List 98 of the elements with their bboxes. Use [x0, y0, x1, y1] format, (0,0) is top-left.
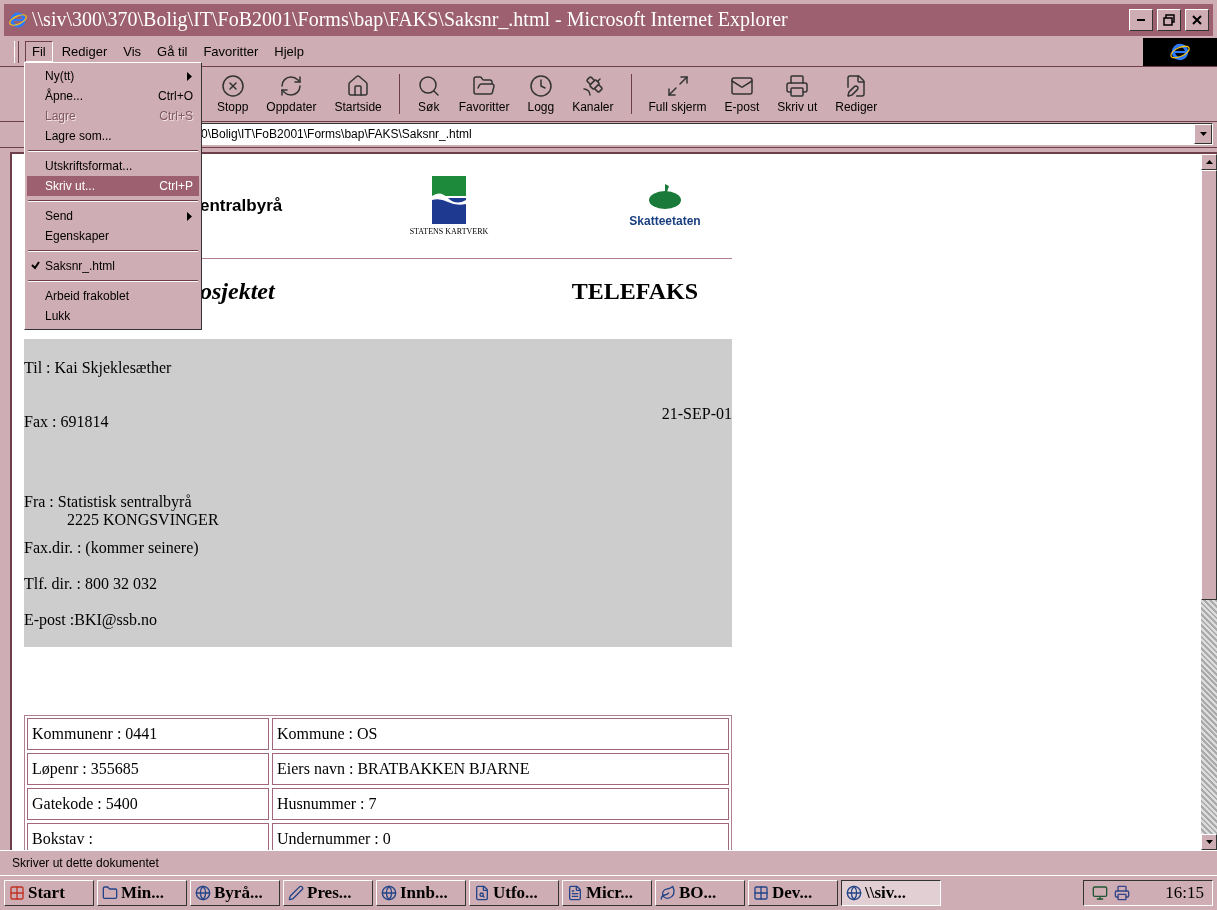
- close-icon: [1192, 14, 1202, 25]
- caret-down-icon: [1199, 132, 1207, 137]
- toolbar-button[interactable]: Startside: [325, 73, 391, 114]
- toolbar-button[interactable]: E-post: [715, 73, 769, 114]
- taskbar-button[interactable]: Innb...: [376, 880, 466, 907]
- menu-item[interactable]: Favoritter: [196, 41, 266, 63]
- menu-item[interactable]: Fil: [25, 41, 53, 63]
- toolbar-button[interactable]: Full skjerm: [639, 73, 716, 114]
- toolbar-icon: [785, 73, 810, 98]
- app-icon: [381, 885, 397, 902]
- table-cell: Kommunenr : 0441: [27, 718, 269, 751]
- menu-entry[interactable]: Skriv ut... Ctrl+P: [27, 176, 199, 196]
- toolbar-icon: [528, 73, 553, 98]
- submenu-arrow-icon: [187, 211, 193, 221]
- dropdown-button[interactable]: [1194, 124, 1212, 145]
- menu-item[interactable]: Gå til: [150, 41, 195, 63]
- table-cell: Bokstav :: [27, 823, 269, 851]
- recipient-text: Til : Kai Skjeklesæther: [24, 359, 173, 378]
- menu-entry[interactable]: Ny(tt): [27, 66, 199, 86]
- toolbar-button[interactable]: Oppdater: [257, 73, 326, 114]
- leaf-logo-icon: [648, 184, 682, 211]
- toolbar-button[interactable]: Logg: [518, 73, 564, 114]
- toolbar-icon: [279, 73, 304, 98]
- restore-icon: [1163, 13, 1175, 26]
- logo-text: STATENS KARTVERK: [409, 227, 489, 237]
- sender-text: Fra : Statistisk sentralbyrå: [24, 493, 193, 512]
- toolbar-button[interactable]: Skriv ut: [768, 73, 827, 114]
- menu-entry[interactable]: Utskriftsformat...: [27, 156, 199, 176]
- menu-item[interactable]: Hjelp: [267, 41, 311, 63]
- app-icon: [660, 885, 676, 902]
- taskbar-button[interactable]: Min...: [97, 880, 187, 907]
- status-text: Skriver ut dette dokumentet: [12, 856, 159, 871]
- fax-heading: TELEFAKS: [571, 277, 698, 305]
- toolbar-icon: [665, 73, 690, 98]
- menu-item[interactable]: Vis: [116, 41, 149, 63]
- toolbar-icon: [346, 73, 371, 98]
- logo-text: Skatteetaten: [629, 214, 701, 229]
- close-button[interactable]: [1185, 8, 1209, 31]
- table-cell: Eiers navn : BRATBAKKEN BJARNE: [272, 753, 729, 786]
- app-icon: [567, 885, 583, 902]
- app-icon: [102, 885, 118, 902]
- toolbar-icon: [580, 73, 605, 98]
- table-cell: Gatekode : 5400: [27, 788, 269, 821]
- toolbar-icon: [472, 73, 497, 98]
- contact-text: Tlf. dir. : 800 32 032: [24, 575, 158, 594]
- clock-text: 16:15: [1165, 883, 1204, 904]
- toolbar-button[interactable]: Kanaler: [563, 73, 623, 114]
- address-field[interactable]: 0\Bolig\IT\FoB2001\Forms\bap\FAKS\Saksnr_.html: [200, 123, 1213, 146]
- menu-entry[interactable]: Egenskaper: [27, 226, 199, 246]
- caret-down-icon: [1205, 840, 1213, 845]
- app-icon: [753, 885, 769, 902]
- project-title: osjektet: [200, 277, 275, 305]
- taskbar-button[interactable]: Pres...: [283, 880, 373, 907]
- minimize-button[interactable]: [1129, 8, 1153, 31]
- taskbar-button[interactable]: Micr...: [562, 880, 652, 907]
- taskbar-button[interactable]: Utfo...: [469, 880, 559, 907]
- taskbar-button[interactable]: \\siv...: [841, 880, 941, 907]
- window-title: \\siv\300\370\Bolig\IT\FoB2001\Forms\bap\FAKS\Saksnr_.html - Microsoft Internet Explorer: [32, 8, 789, 32]
- toolbar-button[interactable]: Stopp: [208, 73, 258, 114]
- contact-text: E-post :BKI@ssb.no: [24, 611, 158, 630]
- menu-item[interactable]: Rediger: [54, 41, 115, 63]
- toolbar-button[interactable]: Rediger: [826, 73, 887, 114]
- restore-button[interactable]: [1157, 8, 1181, 31]
- menu-entry[interactable]: Send: [27, 206, 199, 226]
- sender-address-text: 2225 KONGSVINGER: [66, 511, 220, 530]
- fax-number-text: Fax : 691814: [24, 413, 109, 432]
- logo-text: entralbyrå: [200, 196, 283, 217]
- submenu-arrow-icon: [187, 71, 193, 81]
- minimize-icon: [1137, 18, 1145, 21]
- toolbar-button[interactable]: Favoritter: [449, 73, 519, 114]
- app-icon: [474, 885, 490, 902]
- menu-entry[interactable]: Saksnr_.html: [27, 256, 199, 276]
- toolbar-icon: [220, 73, 245, 98]
- app-icon: [288, 885, 304, 902]
- menu-entry[interactable]: Lagre som...: [27, 126, 199, 146]
- table-cell: Kommune : OS: [272, 718, 729, 751]
- menu-entry[interactable]: Arbeid frakoblet: [27, 286, 199, 306]
- network-icon: [1092, 885, 1108, 902]
- menu-entry[interactable]: Åpne... Ctrl+O: [27, 86, 199, 106]
- caret-up-icon: [1205, 160, 1213, 165]
- windows-logo-icon: [9, 885, 25, 902]
- start-button[interactable]: Start: [4, 880, 94, 907]
- taskbar-button[interactable]: BO...: [655, 880, 745, 907]
- app-icon: [846, 885, 862, 902]
- contact-text: Fax.dir. : (kommer seinere): [24, 539, 200, 558]
- app-icon: [195, 885, 211, 902]
- table-cell: Løpenr : 355685: [27, 753, 269, 786]
- toolbar-button[interactable]: Søk: [407, 73, 450, 114]
- map-logo-icon: [432, 176, 466, 225]
- table-cell: Undernummer : 0: [272, 823, 729, 851]
- taskbar-button[interactable]: Dev...: [748, 880, 838, 907]
- date-text: 21-SEP-01: [661, 405, 732, 424]
- table-cell: Husnummer : 7: [272, 788, 729, 821]
- toolbar-icon: [416, 73, 441, 98]
- check-icon: [31, 261, 40, 270]
- printer-icon: [1114, 885, 1130, 902]
- taskbar-button[interactable]: Byrå...: [190, 880, 280, 907]
- menu-entry[interactable]: Lukk: [27, 306, 199, 326]
